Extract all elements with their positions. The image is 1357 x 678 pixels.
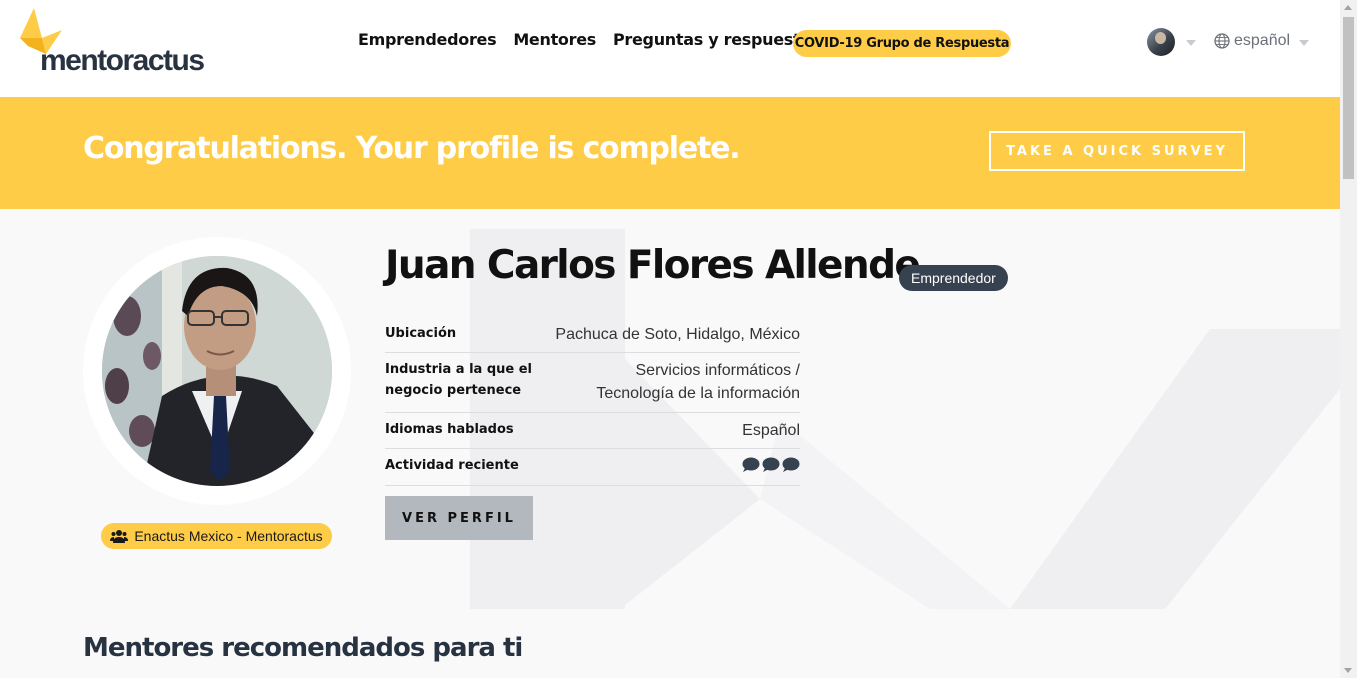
- mentoractus-logo[interactable]: mentoractus: [14, 8, 224, 78]
- scroll-down-arrow-icon[interactable]: [1344, 668, 1352, 673]
- organization-label: Enactus Mexico - Mentoractus: [134, 528, 323, 544]
- covid-response-button[interactable]: COVID-19 Grupo de Respuesta: [793, 30, 1011, 57]
- detail-row-languages: Idiomas hablados Español: [385, 413, 800, 449]
- nav-preguntas-respuestas[interactable]: Preguntas y respuestas: [613, 30, 820, 49]
- profile-photo-frame: [83, 237, 351, 505]
- detail-label: Ubicación: [385, 326, 457, 341]
- detail-label: Idiomas hablados: [385, 422, 514, 437]
- top-header: mentoractus Emprendedores Mentores Pregu…: [0, 0, 1340, 97]
- view-profile-button[interactable]: VER PERFIL: [385, 496, 533, 540]
- detail-value-line: Servicios informáticos /: [635, 362, 801, 379]
- user-menu-chevron-down-icon[interactable]: [1186, 40, 1196, 46]
- users-group-icon: [110, 530, 129, 543]
- profile-details-table: Ubicación Pachuca de Soto, Hidalgo, Méxi…: [385, 315, 800, 486]
- detail-row-activity: Actividad reciente: [385, 449, 800, 486]
- profile-section: Enactus Mexico - Mentoractus Juan Carlos…: [0, 209, 1340, 678]
- detail-value: Servicios informáticos / Tecnología de l…: [596, 359, 800, 412]
- take-survey-button[interactable]: TAKE A QUICK SURVEY: [989, 131, 1245, 171]
- speech-bubble-icon: [782, 457, 800, 472]
- logo-wordmark: mentoractus: [40, 44, 205, 77]
- organization-badge[interactable]: Enactus Mexico - Mentoractus: [101, 523, 332, 549]
- globe-icon: [1214, 33, 1230, 49]
- scrollbar-thumb[interactable]: [1343, 17, 1354, 179]
- detail-value-line: Tecnología de la información: [596, 385, 800, 402]
- user-avatar[interactable]: [1147, 28, 1175, 56]
- scroll-up-arrow-icon[interactable]: [1344, 5, 1352, 10]
- recent-activity-icons: [742, 455, 800, 485]
- detail-value: Pachuca de Soto, Hidalgo, México: [555, 326, 800, 343]
- detail-label: Industria a la que el negocio pertenece: [385, 359, 532, 412]
- detail-label-line: Industria a la que el: [385, 362, 532, 377]
- language-chevron-down-icon[interactable]: [1299, 40, 1309, 46]
- detail-row-industry: Industria a la que el negocio pertenece …: [385, 353, 800, 413]
- main-nav: Emprendedores Mentores Preguntas y respu…: [358, 30, 837, 49]
- recommended-mentors-title: Mentores recomendados para ti: [83, 633, 523, 663]
- nav-emprendedores[interactable]: Emprendedores: [358, 30, 497, 49]
- detail-label: Actividad reciente: [385, 458, 519, 473]
- detail-label-line: negocio pertenece: [385, 383, 522, 398]
- detail-row-location: Ubicación Pachuca de Soto, Hidalgo, Méxi…: [385, 315, 800, 353]
- profile-complete-banner: Congratulations. Your profile is complet…: [0, 97, 1340, 209]
- language-label: español: [1234, 32, 1291, 49]
- role-badge: Emprendedor: [899, 265, 1008, 291]
- speech-bubble-icon: [742, 457, 760, 472]
- profile-photo: [102, 256, 332, 486]
- vertical-scrollbar[interactable]: [1340, 0, 1357, 678]
- detail-value: Español: [742, 422, 800, 439]
- language-selector[interactable]: español: [1214, 32, 1290, 50]
- banner-message: Congratulations. Your profile is complet…: [83, 131, 741, 166]
- profile-name: Juan Carlos Flores Allende: [385, 243, 921, 288]
- speech-bubble-icon: [762, 457, 780, 472]
- nav-mentores[interactable]: Mentores: [513, 30, 596, 49]
